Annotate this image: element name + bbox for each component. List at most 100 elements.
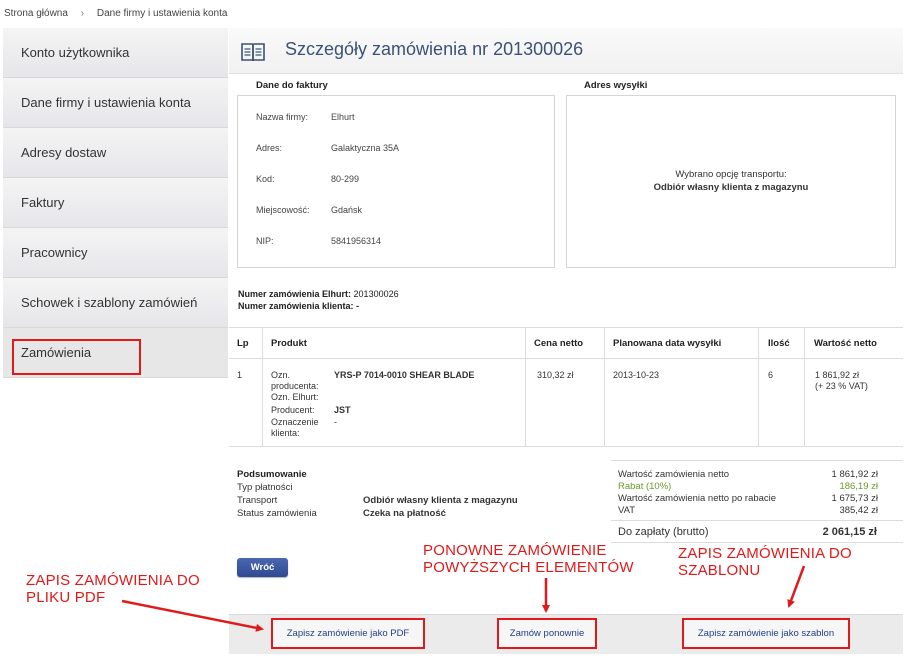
after-discount-value: 1 675,73 zł <box>831 493 878 504</box>
vat-label: VAT <box>618 505 636 516</box>
invoice-key: Miejscowość: <box>256 205 310 215</box>
client-order-label: Numer zamówienia klienta: <box>238 301 354 311</box>
sidebar-item-account[interactable]: Konto użytkownika <box>3 28 228 78</box>
breadcrumb-separator: › <box>80 8 85 19</box>
row-value: 1 861,92 zł (+ 23 % VAT) <box>815 370 868 392</box>
invoice-value: 5841956314 <box>331 236 382 246</box>
invoice-key: Adres: <box>256 143 283 153</box>
back-button[interactable]: Wróć <box>237 558 288 577</box>
discount-row: Rabat (10%) 186,19 zł <box>618 481 878 493</box>
breadcrumb-home-link[interactable]: Strona główna <box>4 8 68 19</box>
col-divider <box>604 327 605 447</box>
discount-label: Rabat (10%) <box>618 481 672 492</box>
invoice-key: NIP: <box>256 236 274 246</box>
elhurt-order-value: 201300026 <box>353 289 399 299</box>
discount-value: 186,19 zł <box>839 481 878 492</box>
status-label: Status zamówienia <box>237 508 317 519</box>
highlight-orders-box <box>12 339 141 375</box>
col-header-value: Wartość netto <box>814 337 877 349</box>
shipping-section-label: Adres wysyłki <box>584 80 648 91</box>
sidebar-item-label: Pracownicy <box>21 245 88 260</box>
sidebar-item-templates[interactable]: Schowek i szablony zamówień <box>3 278 228 328</box>
shipping-note-line2: Odbiór własny klienta z magazynu <box>653 182 809 193</box>
client-order-value: - <box>356 301 360 311</box>
invoice-value: Galaktyczna 35A <box>331 143 400 153</box>
shipping-note-line1: Wybrano opcję transportu: <box>675 169 787 180</box>
page-title: Szczegóły zamówienia nr 201300026 <box>285 39 584 59</box>
shipping-note: Wybrano opcję transportu: Odbiór własny … <box>566 168 896 194</box>
totals-divider <box>611 520 903 521</box>
product-field-labels: Ozn. producenta: Ozn. Elhurt: Producent:… <box>271 370 331 439</box>
annotation-pdf-line1: ZAPIS ZAMÓWIENIA DO <box>26 572 200 589</box>
col-header-price: Cena netto <box>534 337 584 349</box>
invoice-section-label: Dane do faktury <box>256 80 328 91</box>
invoice-key: Nazwa firmy: <box>256 112 309 122</box>
transport-row: Transport Odbiór własny klienta z magazyn… <box>237 494 518 507</box>
row-value-amount: 1 861,92 zł <box>815 370 860 380</box>
sidebar-item-label: Dane firmy i ustawienia konta <box>21 95 191 110</box>
reorder-button[interactable]: Zamów ponownie <box>497 618 597 649</box>
sidebar-item-invoices[interactable]: Faktury <box>3 178 228 228</box>
totals-top-divider <box>611 460 903 461</box>
annotation-reorder: PONOWNE ZAMÓWIENIE POWYŻSZYCH ELEMENTÓW <box>423 542 634 576</box>
annotation-template: ZAPIS ZAMÓWIENIA DO SZABLONU <box>678 545 852 579</box>
invoice-value: Elhurt <box>331 112 355 122</box>
row-lp: 1 <box>237 370 243 380</box>
summary-title: Podsumowanie <box>237 469 307 480</box>
label-producer: Producent: <box>271 405 315 415</box>
producer: JST <box>334 405 351 415</box>
col-divider <box>525 327 526 447</box>
gross-label: Do zapłaty (brutto) <box>618 526 709 538</box>
summary: Podsumowanie Typ płatności Transport Odbi… <box>237 468 518 520</box>
annotation-pdf: ZAPIS ZAMÓWIENIA DO PLIKU PDF <box>26 572 200 606</box>
label-producer-code: Ozn. producenta: <box>271 370 319 391</box>
row-value-vat: (+ 23 % VAT) <box>815 381 868 391</box>
client-code: - <box>334 417 337 427</box>
sidebar-item-company-settings[interactable]: Dane firmy i ustawienia konta <box>3 78 228 128</box>
annotation-template-line2: SZABLONU <box>678 562 761 579</box>
col-divider <box>262 327 263 447</box>
col-divider <box>758 327 759 447</box>
elhurt-order-label: Numer zamówienia Elhurt: <box>238 289 352 299</box>
sidebar: Konto użytkownika Dane firmy i ustawieni… <box>3 28 228 378</box>
payment-label: Typ płatności <box>237 482 293 493</box>
row-date: 2013-10-23 <box>613 370 660 380</box>
status-row: Status zamówienia Czeka na płatność <box>237 507 518 520</box>
invoice-value: 80-299 <box>331 174 360 184</box>
col-header-qty: Ilość <box>768 337 790 349</box>
sidebar-item-employees[interactable]: Pracownicy <box>3 228 228 278</box>
vat-value: 385,42 zł <box>839 505 878 516</box>
vat-row: VAT 385,42 zł <box>618 505 878 517</box>
producer-code: YRS-P 7014-0010 SHEAR BLADE <box>334 370 475 380</box>
row-qty: 6 <box>768 370 774 380</box>
label-client-code: Oznaczenie klienta: <box>271 417 319 438</box>
sidebar-item-label: Faktury <box>21 195 65 210</box>
totals: Wartość zamówienia netto 1 861,92 zł Raba… <box>618 469 878 517</box>
annotation-pdf-line2: PLIKU PDF <box>26 589 106 606</box>
book-icon <box>241 43 265 62</box>
net-label: Wartość zamówienia netto <box>618 469 730 480</box>
total-net-row: Wartość zamówienia netto 1 861,92 zł <box>618 469 878 481</box>
gross-value: 2 061,15 zł <box>822 526 877 538</box>
col-header-product: Produkt <box>271 337 307 349</box>
annotation-template-line1: ZAPIS ZAMÓWIENIA DO <box>678 545 852 562</box>
col-header-lp: Lp <box>237 337 249 349</box>
gross-row: Do zapłaty (brutto) 2 061,15 zł <box>618 526 877 538</box>
after-discount-label: Wartość zamówienia netto po rabacie <box>618 493 777 504</box>
label-elhurt-code: Ozn. Elhurt: <box>271 392 319 402</box>
net-value: 1 861,92 zł <box>831 469 878 480</box>
breadcrumb: Strona główna › Dane firmy i ustawienia … <box>4 8 237 19</box>
sidebar-item-delivery-addresses[interactable]: Adresy dostaw <box>3 128 228 178</box>
after-discount-row: Wartość zamówienia netto po rabacie 1 675… <box>618 493 878 505</box>
annotation-reorder-line1: PONOWNE ZAMÓWIENIE <box>423 542 607 559</box>
order-numbers: Numer zamówienia Elhurt: 201300026 Numer… <box>238 288 399 312</box>
col-divider <box>804 327 805 447</box>
save-pdf-button[interactable]: Zapisz zamówienie jako PDF <box>271 618 425 649</box>
transport-value: Odbiór własny klienta z magazynu <box>363 495 518 506</box>
annotation-reorder-line2: POWYŻSZYCH ELEMENTÓW <box>423 559 634 576</box>
transport-label: Transport <box>237 495 278 506</box>
payment-row: Typ płatności <box>237 481 518 494</box>
invoice-key: Kod: <box>256 174 275 184</box>
save-template-button[interactable]: Zapisz zamówienie jako szablon <box>682 618 850 649</box>
breadcrumb-current[interactable]: Dane firmy i ustawienia konta <box>97 8 228 19</box>
